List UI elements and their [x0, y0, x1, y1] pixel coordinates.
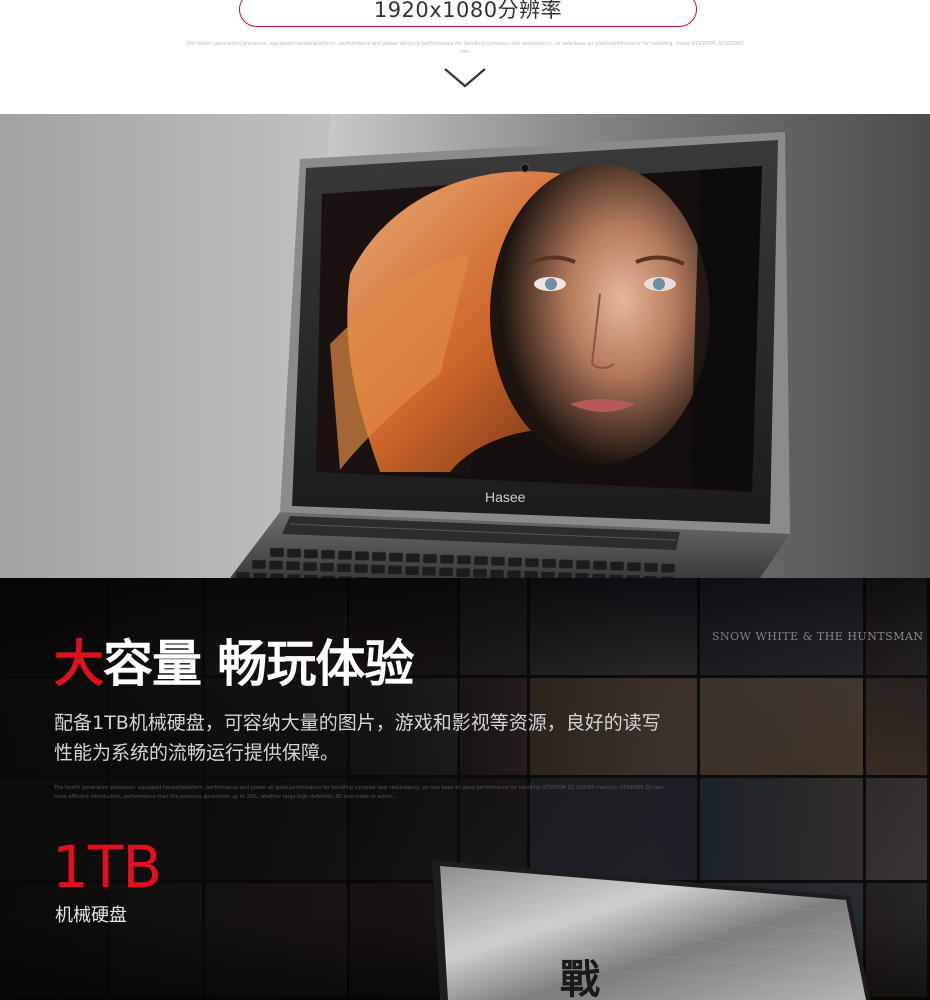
keyboard-key [490, 556, 506, 567]
keyboard-key [558, 559, 574, 569]
keyboard-key [319, 562, 335, 573]
svg-text:戰: 戰 [560, 957, 600, 1000]
keyboard-key [660, 563, 676, 573]
fine-print: The fourth generation processor, equippe… [186, 41, 744, 55]
keyboard-key [455, 567, 471, 578]
resolution-pill: 1920x1080分辨率 [239, 0, 697, 27]
keyboard-key [523, 570, 539, 578]
keyboard-key [387, 565, 403, 575]
keyboard-key [507, 557, 523, 567]
keyboard-key [592, 560, 608, 571]
resolution-label: 1920x1080分辨率 [373, 0, 563, 22]
keyboard-key [353, 563, 369, 574]
keyboard-key [541, 558, 557, 569]
keyboard-key [439, 554, 455, 565]
keyboard-key [473, 555, 489, 566]
keyboard-key [268, 560, 284, 570]
hard-drive-image: 戰 [432, 860, 870, 1000]
keyboard-key [302, 561, 318, 572]
keyboard-key [320, 549, 336, 560]
resolution-header: 1920x1080分辨率 The fourth generation proce… [0, 0, 930, 114]
keyboard-key [336, 563, 352, 573]
keyboard-key [286, 548, 302, 558]
keyboard-key [506, 569, 522, 578]
keyboard-key [575, 559, 591, 570]
keyboard-key [404, 565, 420, 576]
keyboard-key [472, 568, 488, 578]
keyboard-key [422, 553, 438, 564]
keyboard-key [489, 569, 505, 578]
brand-logo: Hasee [485, 489, 526, 505]
keyboard-key [354, 551, 370, 561]
storage-section: SNOW WHITE & THE HUNTSMAN 大容量 畅玩体验 配备1TB… [0, 578, 930, 1000]
keyboard-key [269, 547, 285, 558]
laptop-hero: Hasee [0, 114, 930, 578]
keyboard-key [626, 561, 642, 572]
keyboard-key [405, 553, 421, 563]
keyboard-key [421, 566, 437, 577]
keyboard-key [388, 552, 404, 563]
keyboard-key [370, 564, 386, 575]
keyboard-key [643, 562, 659, 573]
keyboard-key [456, 555, 472, 565]
keyboard-key [251, 559, 267, 570]
keyboard-key [609, 561, 625, 571]
chevron-down-icon [444, 68, 486, 88]
laptop-illustration: Hasee [0, 114, 930, 578]
keyboard-key [371, 551, 387, 562]
keyboard-key [285, 561, 301, 571]
keyboard-key [524, 557, 540, 568]
keyboard-key [337, 550, 353, 561]
keyboard-key [438, 567, 454, 577]
keyboard-key [303, 549, 319, 559]
